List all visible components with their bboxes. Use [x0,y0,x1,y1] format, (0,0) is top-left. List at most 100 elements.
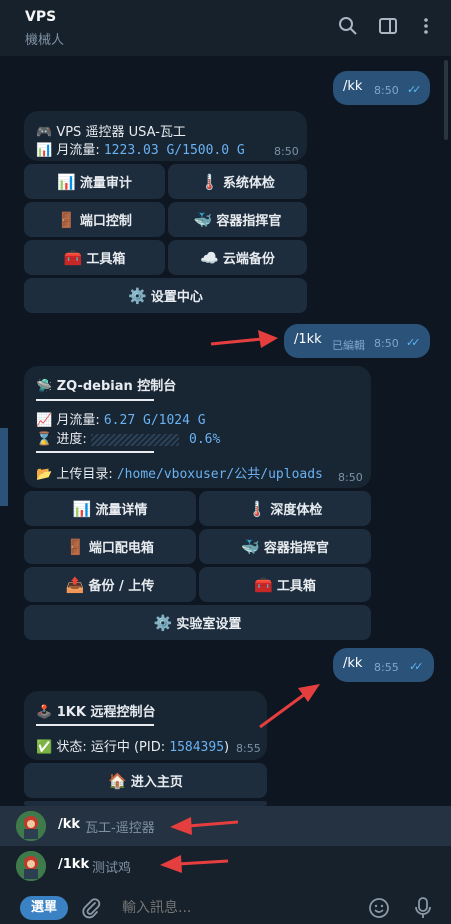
progress-label: 进度: [56,432,87,447]
message-incoming[interactable]: 🕹️ 1KK 远程控制台 ✅ 状态: 运行中 (PID: 1584395) 8:… [24,691,267,760]
avatar [16,811,46,841]
chart-icon: 📊 [57,172,76,191]
trend-icon: 📈 [36,413,53,428]
command-description: 瓦工-遥控器 [85,821,155,836]
toolbox-icon: 🧰 [63,248,83,267]
keyboard-button[interactable]: 🌡️ 深度体检 [199,491,371,526]
message-line: 📂 上传目录: /home/vboxuser/公共/uploads [36,463,323,482]
keyboard-button[interactable]: 🧰 工具箱 [199,567,371,602]
status-end: ) [224,740,230,755]
bot-name: VPS 遥控器 USA-瓦工 [56,125,186,140]
keyboard-button[interactable]: ☁️ 云端备份 [168,240,307,275]
whale-icon: 🐳 [241,537,260,556]
chart-icon: 📊 [72,499,92,518]
gamepad-icon: 🎮 [36,125,53,140]
menu-button[interactable]: 選單 [20,896,68,920]
scrollbar[interactable] [444,60,448,140]
keyboard-button[interactable]: 🚪 端口控制 [24,202,165,237]
gear-icon: ⚙️ [128,286,147,305]
toolbox-icon: 🧰 [254,575,273,594]
traffic-label: 月流量: [56,143,100,158]
message-line: 📈 月流量: 6.27 G/1024 G [36,409,206,428]
command-suggestion[interactable]: /1kk 测试鸡 [0,846,451,886]
outbox-icon: 📤 [65,575,85,594]
gear-icon: ⚙️ [153,613,173,632]
message-outgoing[interactable]: /1kk 已編輯 8:50 ✓✓ [284,324,430,358]
command-suggestion[interactable]: /kk 瓦工-遥控器 [0,806,451,846]
message-outgoing[interactable]: /kk 8:50 ✓✓ [333,71,430,105]
keyboard-button[interactable]: 📤 备份 / 上传 [24,567,196,602]
pid-value: 1584395 [169,740,225,755]
message-title: 🕹️ 1KK 远程控制台 [36,701,155,720]
edited-label: 已編輯 [332,339,365,352]
joystick-icon: 🕹️ [36,705,53,720]
upload-path: /home/vboxuser/公共/uploads [116,467,323,482]
traffic-value: 1223.03 G/1500.0 G [103,143,245,158]
progress-value: 0.6% [189,432,221,447]
keyboard-button[interactable]: ⚙️ 实验室设置 [24,605,371,640]
check-icon: ✅ [36,740,53,755]
house-icon: 🏠 [108,771,127,790]
command-name: /kk [58,817,81,832]
thermometer-icon: 🌡️ [200,172,219,191]
search-icon[interactable] [336,16,360,40]
chat-title[interactable]: VPS [25,9,56,25]
message-time: 8:55 [374,661,399,674]
keyboard-button[interactable]: 🌡️ 系统体检 [168,164,307,199]
keyboard-button[interactable]: 📊 流量详情 [24,491,196,526]
message-input[interactable] [120,899,344,917]
chat-subtitle: 機械人 [25,33,65,48]
keyboard-button[interactable]: 🏠 进入主页 [24,763,267,798]
emoji-icon[interactable] [368,897,390,919]
upload-label: 上传目录: [56,467,113,482]
attach-icon[interactable] [80,897,104,921]
sidebar-icon[interactable] [376,16,400,40]
more-icon[interactable] [414,16,438,40]
message-text: /kk [343,79,363,94]
keyboard-button[interactable]: 🐳 容器指挥官 [199,529,371,564]
message-incoming[interactable]: 🎮 VPS 遥控器 USA-瓦工 📊 月流量: 1223.03 G/1500.0… [24,111,307,161]
keyboard-button[interactable]: 🧰 工具箱 [24,240,165,275]
hourglass-icon: ⌛ [36,432,53,447]
chart-icon: 📊 [36,143,53,158]
message-time: 8:50 [338,471,363,484]
cloud-icon: ☁️ [200,248,219,267]
traffic-value: 6.27 G/1024 G [103,413,206,428]
separator [36,451,154,453]
separator [36,724,154,726]
status-label: 状态: 运行中 (PID: [56,740,170,755]
message-title: 🛸 ZQ-debian 控制台 [36,375,176,394]
message-time: 8:50 [374,337,399,350]
separator [36,399,154,401]
message-line: 🎮 VPS 遥控器 USA-瓦工 [36,121,186,140]
keyboard-button[interactable]: ⚙️ 设置中心 [24,278,307,313]
command-name: /1kk [58,857,90,872]
message-time: 8:55 [236,742,261,755]
message-line: ⌛ 进度: 0.6% [36,428,220,447]
progress-bar [90,433,179,446]
message-line: 📊 月流量: 1223.03 G/1500.0 G [36,139,245,158]
keyboard-button[interactable]: 🐳 容器指挥官 [168,202,307,237]
door-icon: 🚪 [57,210,76,229]
microphone-icon[interactable] [413,896,435,920]
message-line: ✅ 状态: 运行中 (PID: 1584395) [36,736,229,755]
thermometer-icon: 🌡️ [247,499,267,518]
message-time: 8:50 [274,145,299,158]
traffic-label: 月流量: [56,413,100,428]
message-text: /kk [343,656,363,671]
keyboard-button[interactable]: 📊 流量审计 [24,164,165,199]
read-ticks-icon: ✓✓ [406,336,421,349]
door-icon: 🚪 [66,537,85,556]
message-incoming[interactable]: 🛸 ZQ-debian 控制台 📈 月流量: 6.27 G/1024 G ⌛ 进… [24,366,371,488]
whale-icon: 🐳 [193,210,213,229]
ufo-icon: 🛸 [36,379,53,394]
message-text: /1kk [294,332,322,347]
read-ticks-icon: ✓✓ [409,660,424,673]
message-outgoing[interactable]: /kk 8:55 ✓✓ [333,648,434,682]
avatar [16,851,46,881]
read-ticks-icon: ✓✓ [407,83,422,96]
command-description: 测试鸡 [92,861,132,876]
console-title: ZQ-debian 控制台 [56,379,177,394]
keyboard-button[interactable]: 🚪 端口配电箱 [24,529,196,564]
console-title: 1KK 远程控制台 [56,705,156,720]
